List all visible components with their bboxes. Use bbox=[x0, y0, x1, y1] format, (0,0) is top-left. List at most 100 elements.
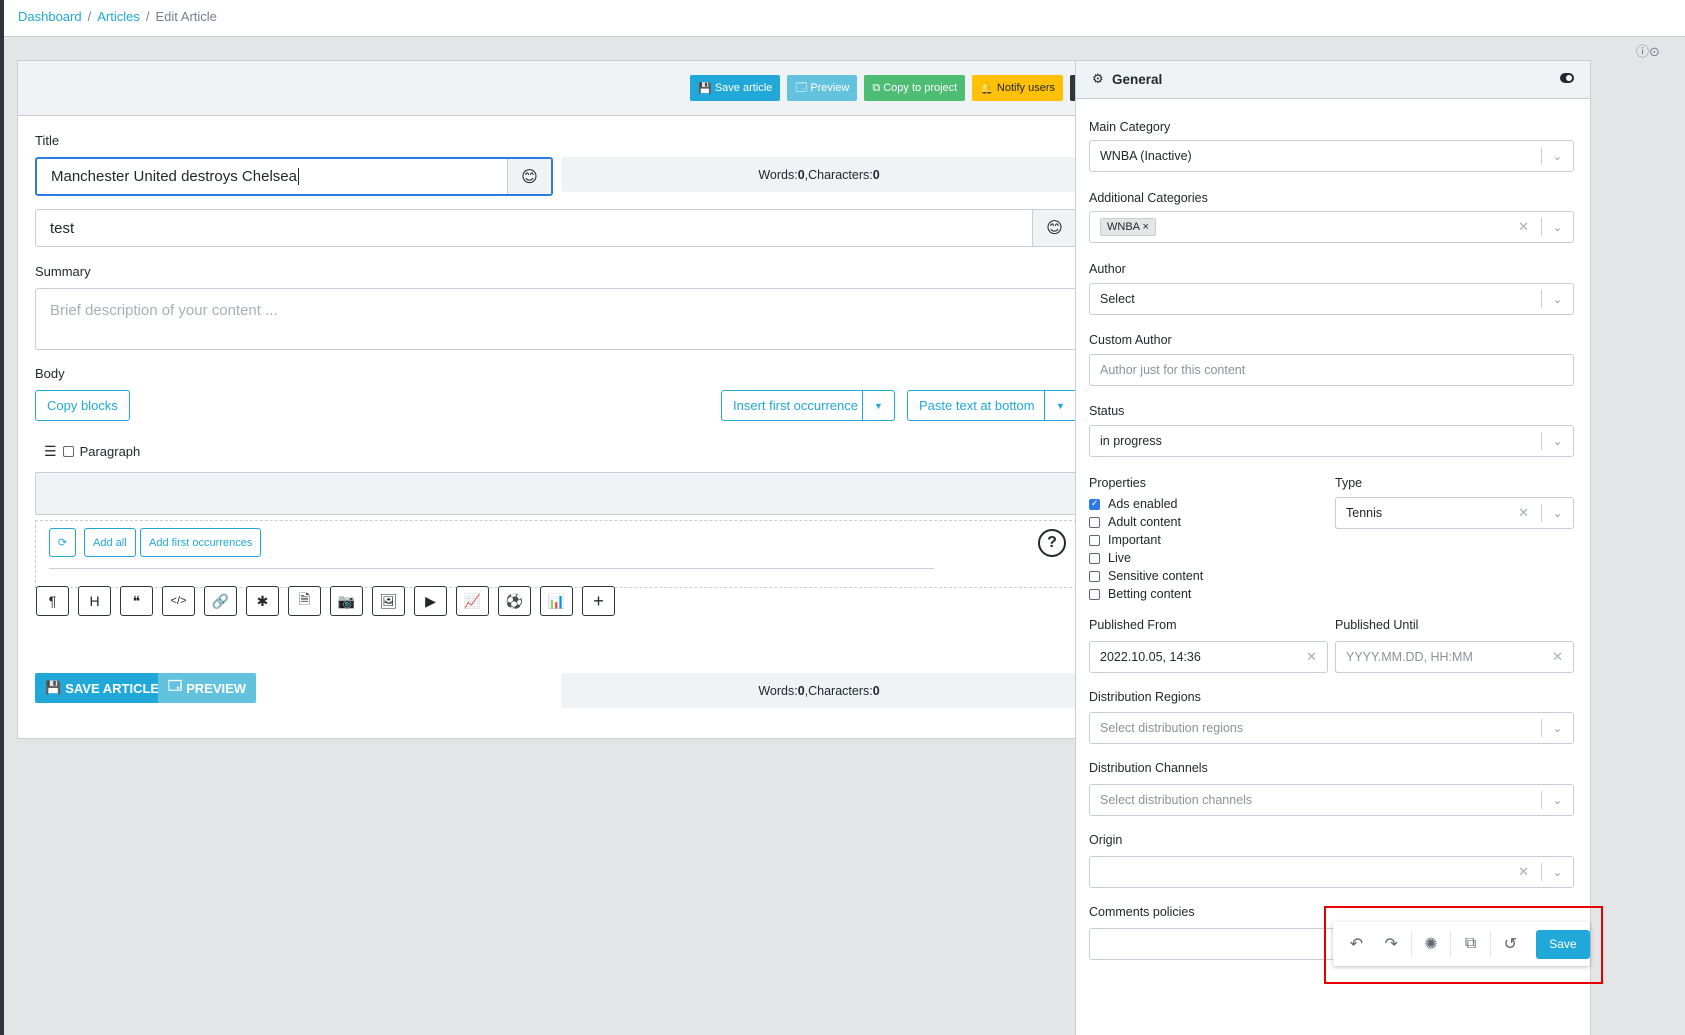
chevron-down-icon[interactable]: ⌄ bbox=[1541, 863, 1573, 881]
checkbox[interactable] bbox=[1089, 570, 1100, 582]
custom-author-input[interactable]: Author just for this content bbox=[1089, 354, 1574, 386]
checkbox[interactable] bbox=[1089, 552, 1100, 564]
refresh-button[interactable]: ⟳ bbox=[49, 528, 76, 557]
quote-icon[interactable]: ❝ bbox=[120, 586, 153, 616]
add-all-button[interactable]: Add all bbox=[84, 528, 136, 557]
chevron-down-icon[interactable]: ⌄ bbox=[1541, 147, 1573, 165]
status-select[interactable]: in progress ⌄ bbox=[1089, 425, 1574, 457]
chevron-down-icon[interactable]: ⌄ bbox=[1541, 719, 1573, 737]
document-icon[interactable]: 🗎 bbox=[288, 586, 321, 616]
published-from-label: Published From bbox=[1089, 618, 1177, 632]
important-checkbox[interactable]: Important bbox=[1089, 533, 1161, 547]
summary-label: Summary bbox=[35, 264, 91, 279]
block-checkbox[interactable] bbox=[62, 446, 74, 457]
checkbox[interactable] bbox=[1089, 588, 1100, 600]
chart-line-icon[interactable]: 📈 bbox=[456, 586, 489, 616]
paragraph-icon[interactable]: ¶ bbox=[36, 586, 69, 616]
clear-icon[interactable]: ✕ bbox=[1306, 649, 1317, 665]
link-icon[interactable]: 🔗 bbox=[204, 586, 237, 616]
image-icon[interactable]: 🖼 bbox=[372, 586, 405, 616]
paste-text-bottom-button[interactable]: Paste text at bottom ▼ bbox=[907, 390, 1077, 421]
author-label: Author bbox=[1089, 262, 1126, 276]
emoji-icon[interactable]: 😊 bbox=[1032, 210, 1076, 246]
code-icon[interactable]: </> bbox=[162, 586, 195, 616]
chevron-down-icon[interactable]: ⌄ bbox=[1541, 504, 1573, 522]
video-icon[interactable]: ▶ bbox=[414, 586, 447, 616]
adult-content-label: Adult content bbox=[1108, 515, 1181, 529]
main-category-select[interactable]: WNBA (Inactive) ⌄ bbox=[1089, 140, 1574, 172]
add-first-occurrences-button[interactable]: Add first occurrences bbox=[140, 528, 262, 557]
live-label: Live bbox=[1108, 551, 1131, 565]
toggle-icon[interactable] bbox=[1560, 73, 1574, 83]
chevron-down-icon[interactable]: ⌄ bbox=[1541, 218, 1573, 236]
notify-label: Notify users bbox=[996, 82, 1055, 94]
save-article-button[interactable]: 💾 Save article bbox=[690, 75, 781, 101]
preview-bottom-button[interactable]: 🗔 PREVIEW bbox=[158, 673, 257, 703]
sensitive-content-checkbox[interactable]: Sensitive content bbox=[1089, 569, 1203, 583]
camera-icon[interactable]: 📷 bbox=[330, 586, 363, 616]
preview-button[interactable]: 🗔 Preview bbox=[787, 75, 858, 101]
betting-content-checkbox[interactable]: Betting content bbox=[1089, 587, 1191, 601]
adult-content-checkbox[interactable]: Adult content bbox=[1089, 515, 1181, 529]
preview-icon: 🗔 bbox=[795, 81, 808, 94]
heading-icon[interactable]: H bbox=[78, 586, 111, 616]
type-label: Type bbox=[1335, 476, 1363, 490]
copy-to-project-button[interactable]: ⧉ Copy to project bbox=[864, 75, 966, 101]
distribution-regions-select[interactable]: Select distribution regions ⌄ bbox=[1089, 712, 1574, 744]
remove-tag-icon[interactable]: × bbox=[1142, 221, 1148, 233]
drag-handle-icon[interactable]: ☰ bbox=[44, 443, 57, 460]
published-until-input[interactable]: YYYY.MM.DD, HH:MM ✕ bbox=[1335, 641, 1574, 673]
header-buttons: 💾 Save article 🗔 Preview ⧉ Copy to project … bbox=[690, 75, 1098, 101]
notify-users-button[interactable]: 🔔 Notify users bbox=[972, 75, 1063, 101]
toggle-icon[interactable]: ⊙ bbox=[1649, 44, 1660, 59]
title-counter: Words: 0 ,Characters: 0 bbox=[561, 157, 1077, 192]
checkbox[interactable] bbox=[1089, 534, 1100, 546]
asterisk-icon[interactable]: ✱ bbox=[246, 586, 279, 616]
help-icon[interactable]: ? bbox=[1038, 529, 1066, 557]
emoji-icon[interactable]: 😊 bbox=[507, 159, 551, 194]
words-count: 0 bbox=[797, 167, 805, 182]
plus-icon[interactable]: + bbox=[582, 586, 615, 616]
published-from-input[interactable]: 2022.10.05, 14:36 ✕ bbox=[1089, 641, 1328, 673]
clear-icon[interactable]: ✕ bbox=[1518, 864, 1529, 880]
published-until-label: Published Until bbox=[1335, 618, 1419, 632]
breadcrumb-articles[interactable]: Articles bbox=[97, 9, 140, 24]
clear-icon[interactable]: ✕ bbox=[1518, 505, 1529, 521]
insert-first-occurrence-button[interactable]: Insert first occurrence ▼ bbox=[721, 390, 895, 421]
summary-textarea[interactable]: Brief description of your content ... bbox=[35, 288, 1077, 350]
clear-icon[interactable]: ✕ bbox=[1518, 219, 1529, 235]
checkbox-checked[interactable] bbox=[1089, 498, 1100, 510]
editor-header: 💾 Save article 🗔 Preview ⧉ Copy to project … bbox=[18, 61, 1114, 116]
distribution-channels-label: Distribution Channels bbox=[1089, 761, 1208, 775]
info-icon[interactable]: ⓘ bbox=[1636, 44, 1649, 59]
copy-blocks-button[interactable]: Copy blocks bbox=[35, 390, 130, 421]
top-icons: ⓘ⊙ bbox=[1636, 41, 1660, 60]
main-category-label: Main Category bbox=[1089, 120, 1171, 134]
type-select[interactable]: Tennis ✕ ⌄ bbox=[1335, 497, 1574, 529]
author-select[interactable]: Select ⌄ bbox=[1089, 283, 1574, 315]
football-icon[interactable]: ⚽ bbox=[498, 586, 531, 616]
ads-enabled-checkbox[interactable]: Ads enabled bbox=[1089, 497, 1178, 511]
betting-content-label: Betting content bbox=[1108, 587, 1192, 601]
checkbox[interactable] bbox=[1089, 516, 1100, 528]
author-value: Select bbox=[1100, 292, 1135, 306]
chart-bar-icon[interactable]: 📊 bbox=[540, 586, 573, 616]
distribution-channels-select[interactable]: Select distribution channels ⌄ bbox=[1089, 784, 1574, 816]
additional-categories-select[interactable]: WNBA × ✕ ⌄ bbox=[1089, 211, 1574, 243]
paragraph-block[interactable] bbox=[35, 472, 1077, 515]
caret-down-icon[interactable]: ▼ bbox=[1044, 391, 1076, 420]
chevron-down-icon[interactable]: ⌄ bbox=[1541, 290, 1573, 308]
title-input[interactable]: Manchester United destroys Chelsea 😊 bbox=[35, 157, 553, 196]
chevron-down-icon[interactable]: ⌄ bbox=[1541, 791, 1573, 809]
breadcrumb-separator: / bbox=[145, 9, 150, 24]
save-article-bottom-button[interactable]: 💾 SAVE ARTICLE bbox=[35, 673, 170, 703]
subtitle-input[interactable]: test 😊 bbox=[35, 209, 1077, 247]
subtitle-value: test bbox=[50, 219, 75, 237]
chevron-down-icon[interactable]: ⌄ bbox=[1541, 432, 1573, 450]
breadcrumb-dashboard[interactable]: Dashboard bbox=[18, 9, 82, 24]
live-checkbox[interactable]: Live bbox=[1089, 551, 1131, 565]
caret-down-icon[interactable]: ▼ bbox=[862, 391, 894, 420]
block-toolbar: ¶ H ❝ </> 🔗 ✱ 🗎 📷 🖼 ▶ 📈 ⚽ 📊 + bbox=[36, 586, 615, 616]
clear-icon[interactable]: ✕ bbox=[1552, 649, 1563, 665]
origin-select[interactable]: ✕ ⌄ bbox=[1089, 856, 1574, 888]
